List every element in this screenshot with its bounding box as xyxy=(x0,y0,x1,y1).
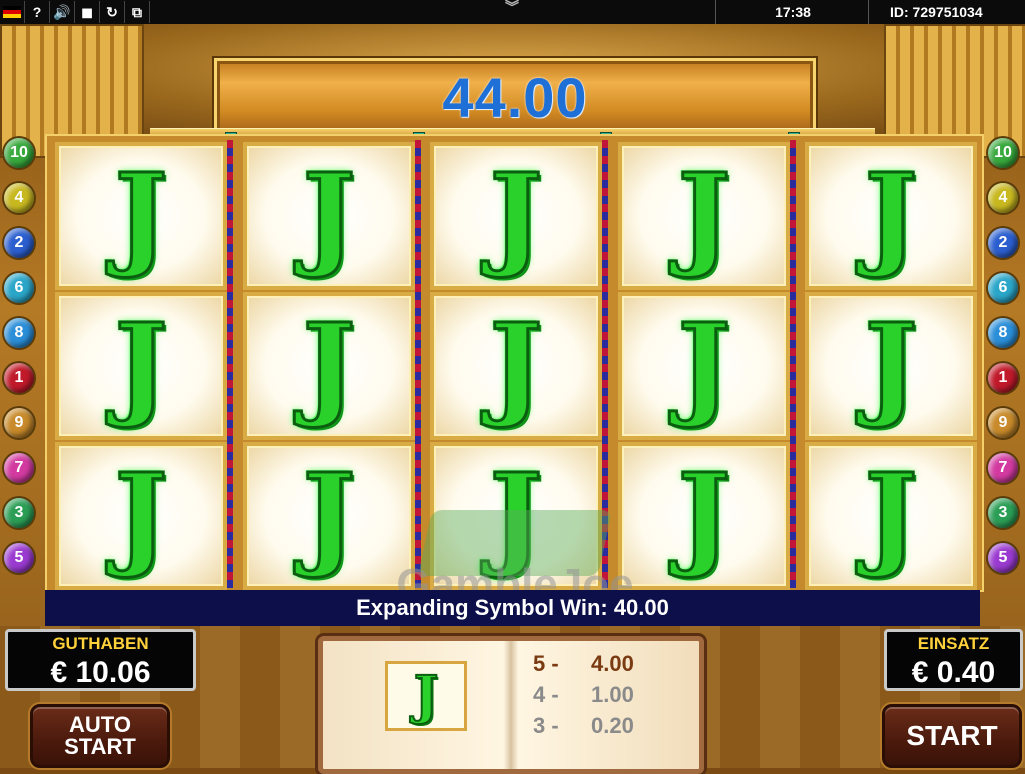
language-flag-icon[interactable] xyxy=(0,1,25,23)
payline-indicator: 9 xyxy=(4,408,34,438)
symbol-j-icon: J xyxy=(676,450,732,581)
paytable-row: 3 - 0.20 xyxy=(533,713,634,739)
payline-indicator: 6 xyxy=(4,273,34,303)
autostart-label-line2: START xyxy=(64,734,136,759)
reel-divider xyxy=(227,140,233,588)
reel-cell: J xyxy=(618,142,790,290)
reel-cell: J xyxy=(430,142,602,290)
symbol-j-icon: J xyxy=(863,150,919,281)
payline-indicator: 10 xyxy=(988,138,1018,168)
payline-indicator: 4 xyxy=(988,183,1018,213)
reel-cell: J xyxy=(55,442,227,590)
sound-icon[interactable]: 🔊 xyxy=(50,1,75,23)
paytable-value: 1.00 xyxy=(591,682,634,707)
reel-cell: J xyxy=(55,292,227,440)
payline-indicator: 8 xyxy=(988,318,1018,348)
payline-indicator: 7 xyxy=(4,453,34,483)
reel-cell: J xyxy=(55,142,227,290)
payline-indicator: 10 xyxy=(4,138,34,168)
paytable-value: 0.20 xyxy=(591,713,634,738)
reel-cell: J xyxy=(243,442,415,590)
win-amount: 44.00 xyxy=(442,66,588,129)
bet-label: EINSATZ xyxy=(917,634,990,653)
symbol-j-icon: J xyxy=(113,450,169,581)
reel-cell: J xyxy=(430,292,602,440)
payline-indicator: 3 xyxy=(4,498,34,528)
symbol-j-icon: J xyxy=(413,665,440,726)
payline-indicator: 1 xyxy=(4,363,34,393)
autostart-label-line1: AUTO xyxy=(69,712,131,737)
payline-indicator: 9 xyxy=(988,408,1018,438)
paytable-count: 3 - xyxy=(533,713,559,738)
symbol-j-icon: J xyxy=(676,150,732,281)
window-icon[interactable]: ⧉ xyxy=(125,1,150,23)
bet-value: € 0.40 xyxy=(911,656,996,689)
payline-indicator: 3 xyxy=(988,498,1018,528)
reel-cell: J xyxy=(243,292,415,440)
symbol-j-icon: J xyxy=(113,150,169,281)
win-message: Expanding Symbol Win: 40.00 xyxy=(45,590,980,626)
system-bar: ? 🔊 ◼ ↻ ⧉ ︾ 17:38 ID: 729751034 xyxy=(0,0,1025,24)
reel-cell: J xyxy=(805,292,977,440)
paytable-value: 4.00 xyxy=(591,651,634,676)
autostart-button[interactable]: AUTO START xyxy=(30,704,170,768)
payline-indicator: 5 xyxy=(4,543,34,573)
symbol-j-icon: J xyxy=(488,300,544,431)
payline-indicator: 8 xyxy=(4,318,34,348)
payline-indicator: 5 xyxy=(988,543,1018,573)
reel-cell: J xyxy=(805,142,977,290)
paytable-row: 5 - 4.00 xyxy=(533,651,634,677)
payline-indicator: 2 xyxy=(4,228,34,258)
credit-value: € 10.06 xyxy=(50,656,151,689)
symbol-j-icon: J xyxy=(863,450,919,581)
symbol-j-icon: J xyxy=(301,300,357,431)
start-button[interactable]: START xyxy=(882,704,1022,768)
paytable-book: J 5 - 4.00 4 - 1.00 3 - 0.20 xyxy=(318,636,704,774)
symbol-j-icon: J xyxy=(676,300,732,431)
paytable-symbol: J xyxy=(385,661,467,731)
payline-indicator: 2 xyxy=(988,228,1018,258)
menu-chevron-icon[interactable]: ︾ xyxy=(472,0,552,20)
game-id: ID: 729751034 xyxy=(890,4,983,20)
symbol-j-icon: J xyxy=(301,450,357,581)
symbol-j-icon: J xyxy=(488,150,544,281)
win-display: 44.00 xyxy=(214,58,816,136)
reel-divider xyxy=(415,140,421,588)
paytable-count: 4 - xyxy=(533,682,559,707)
symbol-j-icon: J xyxy=(301,150,357,281)
payline-indicator: 4 xyxy=(4,183,34,213)
credit-label: GUTHABEN xyxy=(52,634,149,653)
payline-indicator: 7 xyxy=(988,453,1018,483)
fullscreen-icon[interactable]: ◼ xyxy=(75,1,100,23)
payline-indicator: 1 xyxy=(988,363,1018,393)
reel-divider xyxy=(790,140,796,588)
paytable-count: 5 - xyxy=(533,651,559,676)
header-frame: 44.00 xyxy=(0,24,1025,158)
reload-icon[interactable]: ↻ xyxy=(100,1,125,23)
symbol-j-icon: J xyxy=(863,300,919,431)
reel-cell: J xyxy=(243,142,415,290)
reel-cell: J xyxy=(805,442,977,590)
clock: 17:38 xyxy=(775,4,811,20)
bet-display[interactable]: EINSATZ € 0.40 xyxy=(884,629,1023,691)
payline-indicator: 6 xyxy=(988,273,1018,303)
help-icon[interactable]: ? xyxy=(25,1,50,23)
reel-cell: J xyxy=(618,442,790,590)
paytable-row: 4 - 1.00 xyxy=(533,682,634,708)
symbol-j-icon: J xyxy=(113,300,169,431)
watermark-dice xyxy=(417,510,613,576)
reel-cell: J xyxy=(618,292,790,440)
credit-display: GUTHABEN € 10.06 xyxy=(5,629,196,691)
